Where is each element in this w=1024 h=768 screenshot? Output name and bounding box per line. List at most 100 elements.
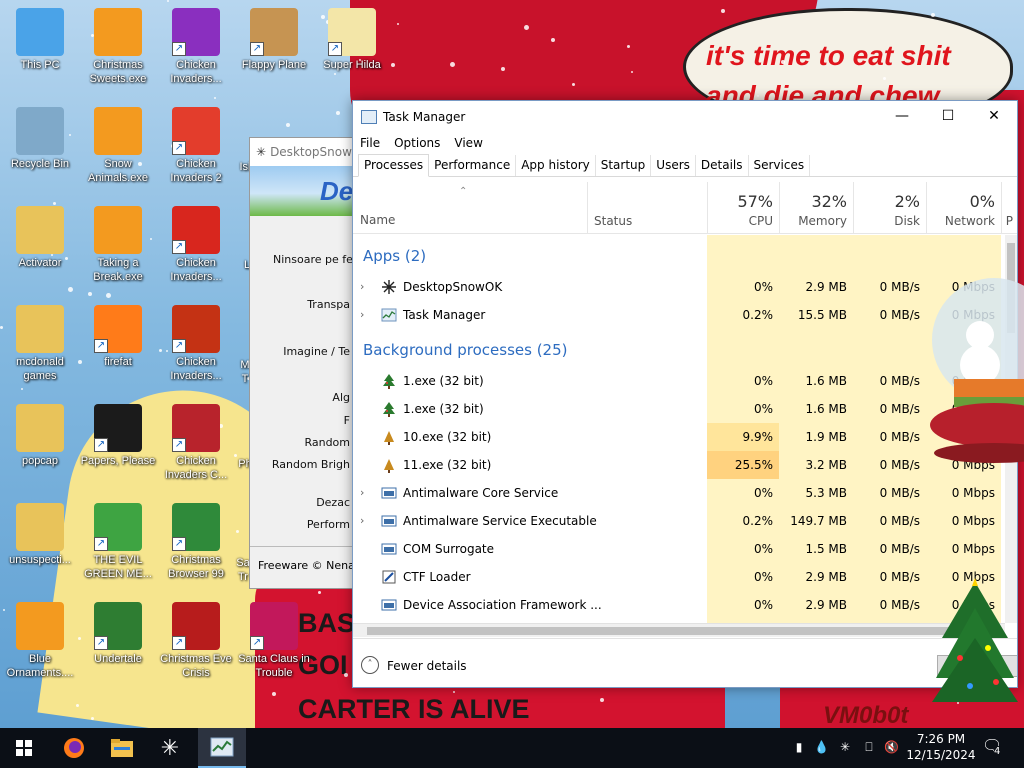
desktop-icon[interactable]: unsuspecti...: [0, 503, 80, 567]
battery-icon[interactable]: ▮: [792, 740, 806, 754]
desktop-icon[interactable]: mcdonald games: [0, 305, 80, 383]
shortcut-arrow-icon: ↗: [94, 339, 108, 353]
desktop-icon[interactable]: ↗ firefat: [78, 305, 158, 369]
snowflake-dot: [272, 692, 276, 696]
system-clock[interactable]: 7:26 PM 12/15/2024: [906, 731, 976, 763]
process-row[interactable]: CTF Loader 0% 2.9 MB 0 MB/s 0 Mbps: [353, 563, 1005, 591]
tab-startup[interactable]: Startup: [596, 155, 652, 176]
shortcut-arrow-icon: ↗: [328, 42, 342, 56]
process-net: 0 Mbps: [951, 542, 995, 556]
chevron-up-icon[interactable]: ˄: [361, 656, 379, 674]
firefox-icon: ↗: [94, 305, 142, 353]
expand-chevron-icon[interactable]: ›: [360, 514, 364, 527]
start-button[interactable]: [0, 728, 48, 768]
desktop-icon[interactable]: ↗ Christmas Eve Crisis: [156, 602, 236, 680]
tab-services[interactable]: Services: [749, 155, 811, 176]
minimize-button[interactable]: —: [879, 101, 925, 132]
desktop-icon[interactable]: ↗ THE EVIL GREEN ME...: [78, 503, 158, 581]
column-memory[interactable]: 32% Memory: [779, 182, 853, 234]
desktop-icon[interactable]: ↗ Undertale: [78, 602, 158, 666]
column-power[interactable]: P: [1001, 182, 1017, 234]
column-cpu[interactable]: 57% CPU: [707, 182, 779, 234]
snowflake-dot: [88, 292, 92, 296]
desktop-icon[interactable]: ↗ Super Hilda: [312, 8, 392, 72]
desktop-icon[interactable]: Recycle Bin: [0, 107, 80, 171]
menu-view[interactable]: View: [454, 136, 482, 150]
desktop-icon[interactable]: ↗ Santa Claus in Trouble: [234, 602, 314, 680]
process-mem: 3.2 MB: [805, 458, 847, 472]
process-mem: 5.3 MB: [805, 486, 847, 500]
taskbar-task-manager[interactable]: [198, 728, 246, 768]
tab-app-history[interactable]: App history: [516, 155, 596, 176]
desktop-icon[interactable]: Snow Animals.exe: [78, 107, 158, 185]
fewer-details-link[interactable]: Fewer details: [387, 659, 467, 673]
menu-file[interactable]: File: [360, 136, 380, 150]
taskbar-firefox[interactable]: [50, 728, 98, 768]
horizontal-scrollbar[interactable]: [353, 623, 1005, 637]
process-name: COM Surrogate: [403, 542, 495, 556]
drop-icon[interactable]: 💧: [814, 740, 829, 754]
taskbar-desktopsnow[interactable]: ✳: [146, 728, 194, 768]
scroll-thumb[interactable]: [367, 627, 977, 635]
desktop-icon[interactable]: ↗ Chicken Invaders 2: [156, 107, 236, 185]
tab-users[interactable]: Users: [651, 155, 696, 176]
desktop-icon[interactable]: Activator: [0, 206, 80, 270]
process-row[interactable]: 11.exe (32 bit) 25.5% 3.2 MB 0 MB/s 0 Mbps: [353, 451, 1005, 479]
process-cpu: 0%: [753, 542, 773, 556]
process-row[interactable]: › Antimalware Core Service 0% 5.3 MB 0 MB/s 0…: [353, 479, 1005, 507]
desktop-icon[interactable]: Blue Ornaments....: [0, 602, 80, 680]
process-cpu: 9.9%: [742, 430, 774, 444]
desktop-icon[interactable]: ↗ Chicken Invaders...: [156, 305, 236, 383]
desktop-icon[interactable]: ↗ Christmas Browser 99: [156, 503, 236, 581]
column-name[interactable]: Name: [360, 213, 395, 227]
desktopsnow-window[interactable]: ✳ DesktopSnowO De Ninsoare pe ferest Tra…: [249, 137, 374, 589]
desktop-icon[interactable]: popcap: [0, 404, 80, 468]
process-row[interactable]: COM Surrogate 0% 1.5 MB 0 MB/s 0 Mbps: [353, 535, 1005, 563]
desktop-icon[interactable]: ↗ Chicken Invaders...: [156, 206, 236, 284]
menu-options[interactable]: Options: [394, 136, 440, 150]
desktop-icon[interactable]: ↗ Papers, Please: [78, 404, 158, 468]
desktop-icon[interactable]: ↗ Flappy Plane: [234, 8, 314, 72]
snowflake-tray-icon[interactable]: ✳: [838, 740, 852, 754]
clock-date: 12/15/2024: [906, 748, 976, 762]
taskbar-file-explorer[interactable]: [98, 728, 146, 768]
process-row[interactable]: 10.exe (32 bit)9.9%1.9 MB0 MB/s0 Mbps: [353, 423, 1005, 451]
process-row[interactable]: 1.exe (32 bit)0%1.6 MB0 MB/s0 Mbps: [353, 395, 1005, 423]
process-row[interactable]: Device Association Framework ... 0% 2.9 MB…: [353, 591, 1005, 619]
column-disk[interactable]: 2% Disk: [853, 182, 926, 234]
desktopsnow-banner: De: [250, 166, 368, 216]
expand-chevron-icon[interactable]: ›: [360, 486, 364, 499]
desktop-icon[interactable]: ↗ Chicken Invaders...: [156, 8, 236, 86]
desktop-icon[interactable]: Christmas Sweets.exe: [78, 8, 158, 86]
tab-processes[interactable]: Processes: [358, 154, 430, 177]
network-icon[interactable]: ⎕: [862, 740, 876, 754]
tab-performance[interactable]: Performance: [429, 155, 517, 176]
shortcut-arrow-icon: ↗: [94, 636, 108, 650]
desktop-icon[interactable]: This PC: [0, 8, 80, 72]
desktop-icon[interactable]: ↗ Chicken Invaders C...: [156, 404, 236, 482]
maximize-button[interactable]: ☐: [925, 101, 971, 132]
desktop-icon[interactable]: Taking a Break.exe: [78, 206, 158, 284]
desktopsnow-titlebar[interactable]: ✳ DesktopSnowO: [250, 138, 368, 166]
expand-chevron-icon[interactable]: ›: [360, 280, 364, 293]
this-pc-icon: [16, 8, 64, 56]
column-status-cell[interactable]: Status: [587, 182, 707, 234]
process-disk: 0 MB/s: [879, 374, 920, 388]
column-network[interactable]: 0% Network: [926, 182, 1001, 234]
setting-label: Random Brigh: [271, 458, 350, 471]
task-manager-titlebar[interactable]: Task Manager — ☐ ✕: [353, 101, 1017, 132]
process-row[interactable]: 1.exe (32 bit)0%1.6 MB0 MB/s0 Mbps: [353, 367, 1005, 395]
expand-chevron-icon[interactable]: ›: [360, 308, 364, 321]
process-name: Device Association Framework ...: [403, 598, 602, 612]
task-manager-window[interactable]: Task Manager — ☐ ✕ File Options View Pro…: [352, 100, 1018, 688]
process-disk: 0 MB/s: [879, 542, 920, 556]
process-row[interactable]: ›DesktopSnowOK0%2.9 MB0 MB/s0 Mbps: [353, 273, 1005, 301]
volume-muted-icon[interactable]: 🔇: [884, 740, 899, 754]
tab-details[interactable]: Details: [696, 155, 749, 176]
close-button[interactable]: ✕: [971, 101, 1017, 132]
process-row[interactable]: › Antimalware Service Executable 0.2% 149.7…: [353, 507, 1005, 535]
setting-label: Imagine / Te: [283, 345, 350, 358]
notification-center-button[interactable]: 🗨 4: [982, 736, 1006, 760]
process-row[interactable]: ›Task Manager0.2%15.5 MB0 MB/s0 Mbps: [353, 301, 1005, 329]
disk-total: 2%: [894, 192, 920, 211]
